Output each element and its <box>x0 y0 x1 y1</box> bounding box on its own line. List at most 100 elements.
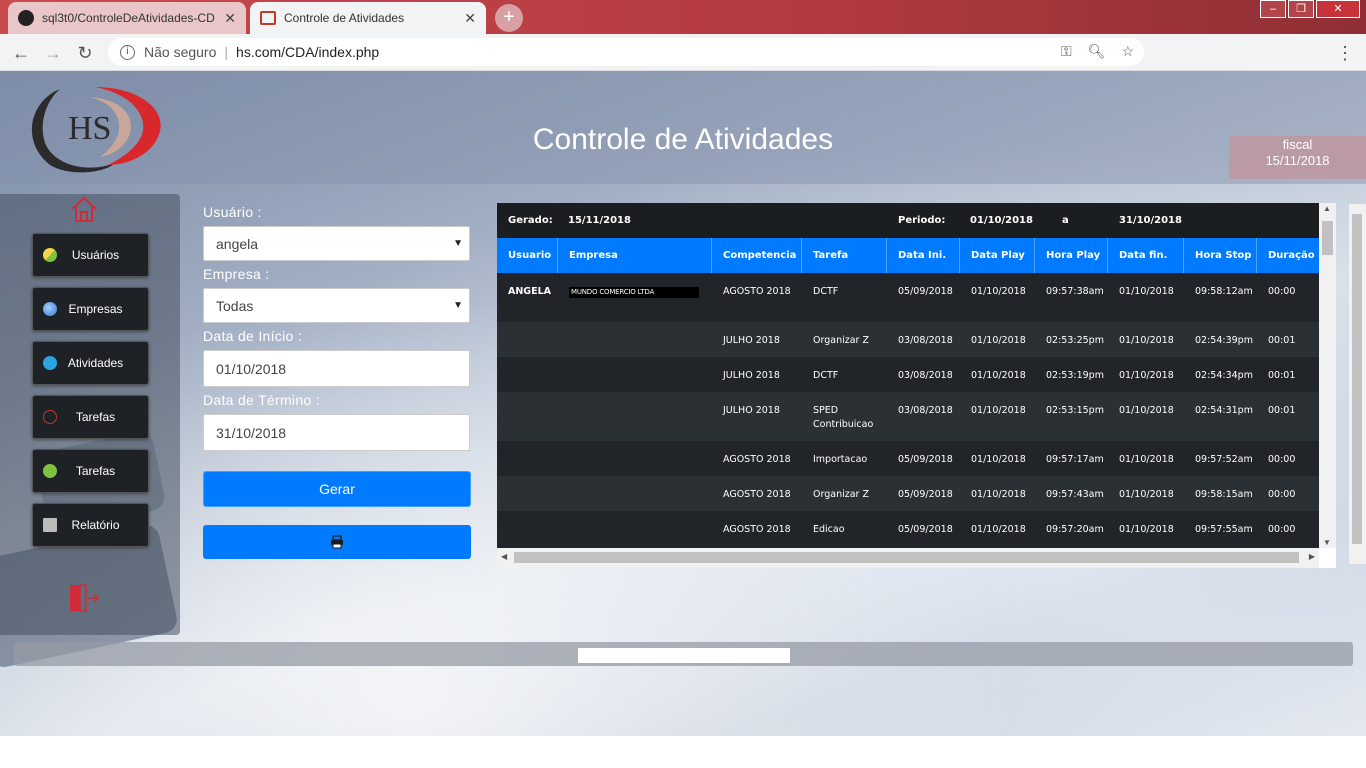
key-icon[interactable]: ⚿ <box>1061 43 1072 60</box>
maximize-icon[interactable]: ❐ <box>1288 0 1314 18</box>
page-title: Controle de Atividades <box>532 123 834 156</box>
company-name-redacted: MUNDO COMERCIO LTDA <box>569 287 699 298</box>
table-cell-data-fin: 01/10/2018 <box>1119 524 1174 535</box>
table-cell-usuario: ANGELA <box>508 286 551 297</box>
table-cell-data-fin: 01/10/2018 <box>1119 335 1174 346</box>
address-bar[interactable]: i Não seguro | hs.com/CDA/index.php ⚿ 🔍︎… <box>108 38 1144 66</box>
chevron-down-icon: ▼ <box>453 300 463 311</box>
scroll-down-icon[interactable]: ▼ <box>1323 538 1331 547</box>
table-cell-hora-stop: 02:54:39pm <box>1195 335 1253 346</box>
minimize-icon[interactable]: – <box>1260 0 1286 18</box>
close-tab-icon[interactable]: ✕ <box>224 10 236 27</box>
table-cell-data-fin: 01/10/2018 <box>1119 286 1174 297</box>
table-cell-data-play: 01/10/2018 <box>971 370 1026 381</box>
browser-tab-github[interactable]: sql3t0/ControleDeAtividades-CD ✕ <box>8 2 246 34</box>
data-termino-input[interactable]: 31/10/2018 <box>203 414 470 451</box>
sidebar-item-tarefas-concluidas[interactable]: Tarefas <box>32 449 149 493</box>
table-cell-competencia: AGOSTO 2018 <box>723 286 791 297</box>
report-meta-row: Gerado: 15/11/2018 Periodo: 01/10/2018 a… <box>497 203 1319 238</box>
sidebar-item-label: Empresas <box>68 302 123 316</box>
user-info-box: fiscal 15/11/2018 <box>1229 136 1366 179</box>
table-cell-data-fin: 01/10/2018 <box>1119 489 1174 500</box>
data-inicio-value: 01/10/2018 <box>216 360 287 377</box>
window-controls: – ❐ ✕ <box>1260 0 1360 18</box>
scroll-left-icon[interactable]: ◀ <box>501 552 507 561</box>
gerar-button[interactable]: Gerar <box>203 471 471 507</box>
row-left-fill <box>497 476 712 511</box>
gerado-label: Gerado: <box>508 215 553 226</box>
column-header: Duração <box>1268 250 1315 261</box>
table-cell-data-ini: 03/08/2018 <box>898 370 953 381</box>
table-row: ANGELA MUNDO COMERCIO LTDA AGOSTO 2018 DCTF… <box>497 273 1319 322</box>
page-vertical-scrollbar[interactable] <box>1349 204 1366 564</box>
sidebar-item-usuarios[interactable]: Usuários <box>32 233 149 277</box>
zoom-icon[interactable]: 🔍︎ <box>1088 43 1106 60</box>
page-bottom-area <box>0 736 1366 768</box>
sidebar-item-label: Atividades <box>67 356 124 370</box>
table-cell-data-ini: 03/08/2018 <box>898 335 953 346</box>
usuario-select[interactable]: angela ▼ <box>203 226 470 261</box>
close-window-icon[interactable]: ✕ <box>1316 0 1360 18</box>
table-vertical-scrollbar[interactable]: ▲ ▼ <box>1319 203 1336 548</box>
table-row: AGOSTO 2018 Importacao 05/09/2018 01/10/201… <box>497 441 1319 476</box>
home-icon[interactable] <box>69 195 99 223</box>
scroll-right-icon[interactable]: ▶ <box>1309 552 1315 561</box>
periodo-inicio: 01/10/2018 <box>970 215 1033 226</box>
table-horizontal-scrollbar[interactable]: ◀ ▶ <box>497 548 1319 568</box>
menu-dots-icon[interactable]: ⋮ <box>1332 40 1358 66</box>
data-inicio-label: Data de Início : <box>203 328 302 344</box>
new-tab-button[interactable]: + <box>495 4 523 32</box>
bookmark-star-icon[interactable]: ☆ <box>1121 43 1134 60</box>
close-tab-icon[interactable]: ✕ <box>464 10 476 27</box>
table-cell-hora-play: 02:53:19pm <box>1046 370 1104 381</box>
table-cell-tarefa: SPED Contribuicao <box>813 405 874 430</box>
table-cell-hora-stop: 02:54:34pm <box>1195 370 1253 381</box>
scrollbar-thumb[interactable] <box>1322 221 1333 255</box>
table-cell-data-fin: 01/10/2018 <box>1119 454 1174 465</box>
sidebar-item-empresas[interactable]: Empresas <box>32 287 149 331</box>
empresa-select[interactable]: Todas ▼ <box>203 288 470 323</box>
activity-icon <box>43 356 57 370</box>
column-header: Hora Stop <box>1184 238 1257 273</box>
sidebar-item-atividades[interactable]: Atividades <box>32 341 149 385</box>
sidebar-item-label: Relatório <box>71 518 120 532</box>
gerar-button-label: Gerar <box>319 481 355 497</box>
reload-icon[interactable]: ↻ <box>72 40 98 66</box>
periodo-fim: 31/10/2018 <box>1119 215 1182 226</box>
table-row: JULHO 2018 DCTF 03/08/2018 01/10/2018 02:53:… <box>497 357 1319 392</box>
table-cell-tarefa: Importacao <box>813 454 868 465</box>
table-cell-competencia: AGOSTO 2018 <box>723 524 791 535</box>
table-cell-duracao: 00:01 <box>1268 405 1296 416</box>
table-cell-data-ini: 05/09/2018 <box>898 286 953 297</box>
table-cell-tarefa: Organizar Z <box>813 335 869 346</box>
scroll-up-icon[interactable]: ▲ <box>1323 204 1331 213</box>
table-cell-empresa: MUNDO COMERCIO LTDA <box>558 285 712 299</box>
usuario-value: angela <box>216 235 259 252</box>
data-termino-value: 31/10/2018 <box>216 424 287 441</box>
forward-arrow-icon[interactable]: → <box>40 40 66 66</box>
back-arrow-icon[interactable]: ← <box>8 40 34 66</box>
data-inicio-input[interactable]: 01/10/2018 <box>203 350 470 387</box>
tab-title: Controle de Atividades <box>284 11 405 25</box>
print-button[interactable] <box>203 525 471 559</box>
table-cell-hora-play: 02:53:25pm <box>1046 335 1104 346</box>
table-cell-hora-stop: 09:58:15am <box>1195 489 1253 500</box>
info-icon[interactable]: i <box>120 44 135 60</box>
scrollbar-thumb[interactable] <box>514 552 1299 563</box>
sidebar-item-tarefas[interactable]: Tarefas <box>32 395 149 439</box>
scrollbar-thumb[interactable] <box>1352 214 1362 544</box>
table-cell-hora-stop: 09:57:55am <box>1195 524 1253 535</box>
table-cell-tarefa: DCTF <box>813 370 839 381</box>
table-row: AGOSTO 2018 Edicao 05/09/2018 01/10/2018 09:… <box>497 511 1319 546</box>
table-cell-duracao: 00:01 <box>1268 370 1296 381</box>
table-cell-data-fin: 01/10/2018 <box>1119 405 1174 416</box>
table-cell-data-ini: 05/09/2018 <box>898 454 953 465</box>
table-cell-competencia: JULHO 2018 <box>723 335 780 346</box>
table-cell-data-play: 01/10/2018 <box>971 286 1026 297</box>
browser-tab-active[interactable]: Controle de Atividades ✕ <box>250 2 486 34</box>
logout-icon[interactable] <box>68 583 100 613</box>
table-cell-duracao: 00:00 <box>1268 286 1296 297</box>
table-cell-hora-play: 09:57:43am <box>1046 489 1104 500</box>
column-header: Empresa <box>558 238 712 273</box>
sidebar-item-relatorio[interactable]: Relatório <box>32 503 149 547</box>
